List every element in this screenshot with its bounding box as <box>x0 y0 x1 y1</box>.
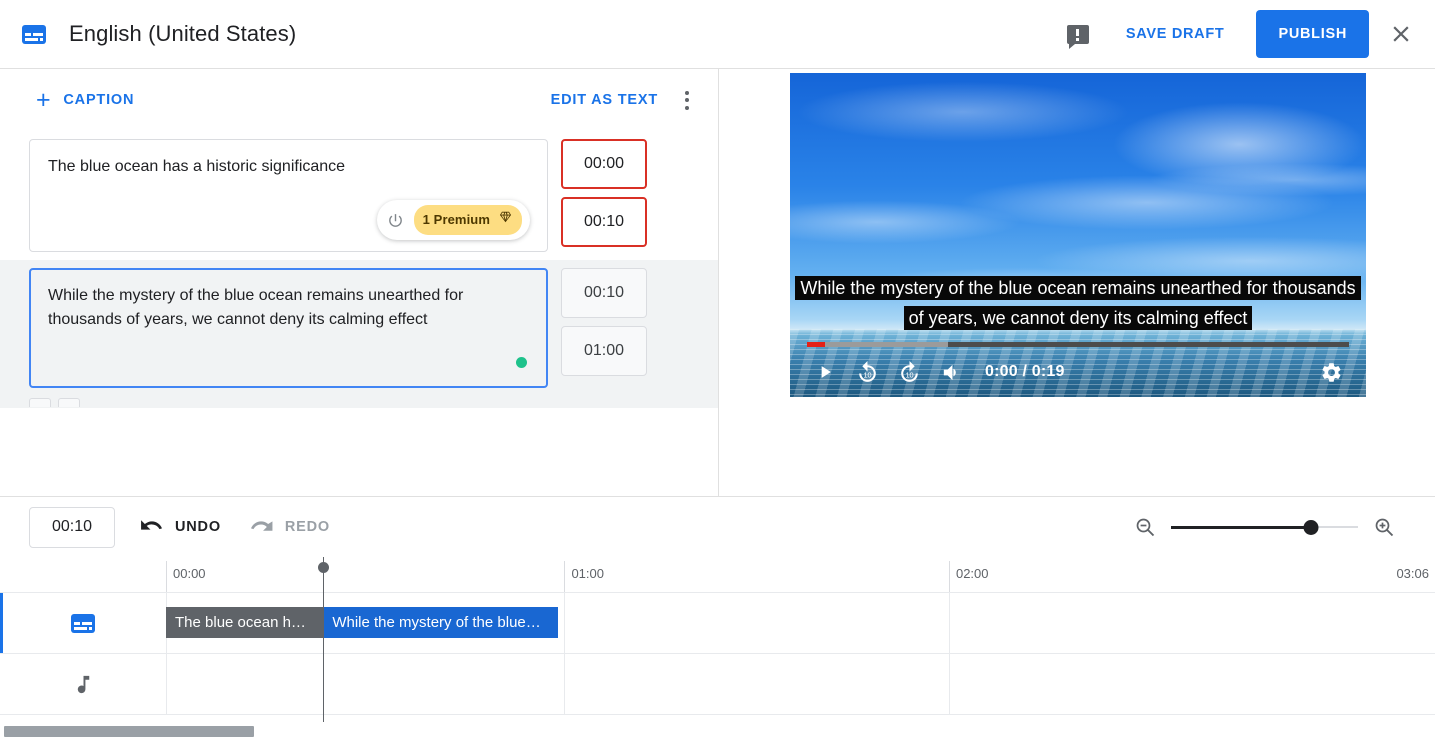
save-draft-button[interactable]: SAVE DRAFT <box>1114 16 1237 52</box>
timeline-zoom-controls <box>1123 505 1435 549</box>
top-bar-actions: SAVE DRAFT PUBLISH <box>1054 10 1435 58</box>
svg-text:10: 10 <box>863 370 871 379</box>
video-subtitle-overlay: While the mystery of the blue ocean rema… <box>790 273 1366 333</box>
zoom-slider-thumb[interactable] <box>1303 519 1319 535</box>
caption-text-input[interactable]: The blue ocean has a historic significan… <box>29 139 548 252</box>
caption-row-partial <box>0 396 718 408</box>
caption-row[interactable]: While the mystery of the blue ocean rema… <box>0 260 718 396</box>
power-icon[interactable] <box>387 212 404 229</box>
caption-row[interactable]: The blue ocean has a historic significan… <box>0 131 718 260</box>
ruler-tick: 01:00 <box>564 561 604 592</box>
undo-label: UNDO <box>175 519 221 535</box>
caption-text-input[interactable]: While the mystery of the blue ocean rema… <box>29 268 548 388</box>
play-icon[interactable] <box>804 351 846 393</box>
zoom-in-icon[interactable] <box>1362 505 1406 549</box>
zoom-out-icon[interactable] <box>1123 505 1167 549</box>
video-controls: 10 10 0:00 / 0:19 <box>790 347 1366 397</box>
undo-arrow-icon <box>139 513 164 542</box>
add-caption-label: CAPTION <box>63 92 135 108</box>
lane-gridline <box>948 593 950 653</box>
lane-gridline <box>564 593 566 653</box>
video-time-display: 0:00 / 0:19 <box>985 363 1065 380</box>
volume-icon[interactable] <box>930 351 972 393</box>
closed-caption-icon <box>16 16 52 52</box>
music-note-icon <box>0 673 166 696</box>
timeline-lane[interactable]: The blue ocean h… While the mystery of th… <box>166 593 1435 653</box>
redo-arrow-icon <box>249 513 274 542</box>
ruler-tick-label: 03:06 <box>1396 566 1429 581</box>
page-title: English (United States) <box>69 21 297 46</box>
timeline-track-captions[interactable]: The blue ocean h… While the mystery of th… <box>0 593 1435 654</box>
caption-end-time[interactable]: 00:10 <box>561 197 647 247</box>
zoom-slider[interactable] <box>1171 517 1358 537</box>
top-app-bar: English (United States) SAVE DRAFT PUBLI… <box>0 0 1435 69</box>
caption-time-fields: 00:10 01:00 <box>561 268 647 388</box>
ruler-tick: 00:00 <box>166 561 206 592</box>
edit-as-text-button[interactable]: EDIT AS TEXT <box>543 84 666 116</box>
caption-editor-panel: + CAPTION EDIT AS TEXT The blue ocean ha… <box>0 69 719 496</box>
video-player[interactable]: While the mystery of the blue ocean rema… <box>790 73 1366 397</box>
timeline-lane[interactable] <box>166 654 1435 714</box>
premium-chip[interactable]: 1 Premium <box>413 205 522 235</box>
premium-badge-pill[interactable]: 1 Premium <box>376 200 530 240</box>
svg-text:10: 10 <box>905 370 913 379</box>
lane-gridline <box>564 654 566 714</box>
caption-time-fields: 00:00 00:10 <box>561 139 647 252</box>
caption-end-time[interactable]: 01:00 <box>561 326 647 376</box>
timeline-clip[interactable]: While the mystery of the blue… <box>323 607 559 638</box>
gear-icon[interactable] <box>1310 351 1352 393</box>
forward-10-icon[interactable]: 10 <box>888 351 930 393</box>
timeline-toolbar: 00:10 UNDO REDO <box>0 497 1435 557</box>
timeline-playhead[interactable] <box>318 557 330 722</box>
ruler-tick-label: 02:00 <box>955 566 989 581</box>
ruler-tick-label: 00:00 <box>173 566 206 581</box>
timeline-current-time[interactable]: 00:10 <box>29 506 115 548</box>
replay-10-icon[interactable]: 10 <box>846 351 888 393</box>
premium-label: 1 Premium <box>422 212 490 227</box>
video-preview-panel: While the mystery of the blue ocean rema… <box>720 69 1435 496</box>
caption-text: The blue ocean has a historic significan… <box>48 158 346 175</box>
status-badge <box>516 357 527 368</box>
publish-button[interactable]: PUBLISH <box>1256 10 1369 58</box>
redo-label: REDO <box>284 519 330 535</box>
timeline-horizontal-scrollbar[interactable] <box>0 726 1435 740</box>
undo-button[interactable]: UNDO <box>139 513 221 542</box>
ruler-tick-label: 01:00 <box>571 566 604 581</box>
redo-button[interactable]: REDO <box>249 513 330 542</box>
caption-start-time[interactable]: 00:00 <box>561 139 647 189</box>
timeline-track-audio[interactable] <box>0 654 1435 715</box>
gem-icon <box>498 208 513 232</box>
timeline-area: 00:10 UNDO REDO 00:00 01:00 02:00 03:06 … <box>0 496 1435 746</box>
timeline-clip[interactable]: The blue ocean h… <box>166 607 324 638</box>
lane-gridline <box>166 654 167 714</box>
plus-icon: + <box>36 85 52 114</box>
timeline-ruler[interactable]: 00:00 01:00 02:00 03:06 <box>0 557 1435 722</box>
closed-caption-icon <box>0 613 166 633</box>
caption-panel-header: + CAPTION EDIT AS TEXT <box>0 69 718 131</box>
zoom-slider-fill <box>1171 525 1312 529</box>
ruler-tick: 02:00 <box>948 561 989 592</box>
lane-gridline <box>948 654 950 714</box>
close-icon[interactable] <box>1377 10 1425 58</box>
more-vert-icon[interactable] <box>670 80 704 120</box>
caption-start-time[interactable]: 00:10 <box>561 268 647 318</box>
caption-text: While the mystery of the blue ocean rema… <box>48 287 468 328</box>
add-caption-button[interactable]: + CAPTION <box>30 80 140 121</box>
feedback-bubble-icon[interactable] <box>1054 10 1102 58</box>
